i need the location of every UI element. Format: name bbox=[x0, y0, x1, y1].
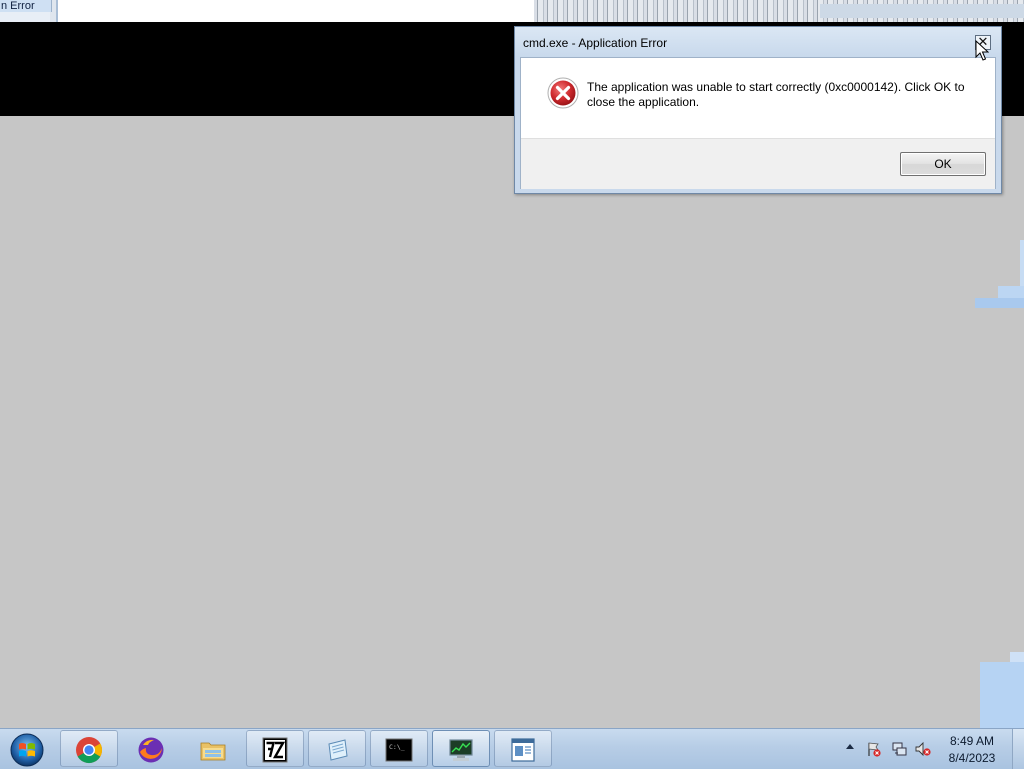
dialog-body: The application was unable to start corr… bbox=[520, 57, 996, 189]
taskbar: C:\_ 8:49 AM 8/4/2023 bbox=[0, 728, 1024, 769]
rendering-glitch bbox=[980, 662, 1024, 728]
taskbar-cmd[interactable]: C:\_ bbox=[370, 730, 428, 767]
mouse-cursor-icon bbox=[975, 40, 989, 61]
show-desktop-button[interactable] bbox=[1012, 729, 1024, 769]
background-window-fragment bbox=[0, 12, 50, 22]
button-area: OK bbox=[521, 138, 995, 189]
dialog-title: cmd.exe - Application Error bbox=[523, 36, 668, 50]
document-window-icon bbox=[511, 738, 535, 762]
background-window-content bbox=[56, 0, 534, 22]
clock-date[interactable]: 8/4/2023 bbox=[936, 751, 1008, 765]
network-icon[interactable] bbox=[891, 741, 907, 757]
background-window-title[interactable]: n Error bbox=[0, 0, 52, 12]
taskbar-notepad[interactable] bbox=[308, 730, 366, 767]
cmd-icon: C:\_ bbox=[385, 738, 413, 762]
dialog-titlebar[interactable]: cmd.exe - Application Error ✕ bbox=[515, 27, 1001, 57]
taskbar-7zip[interactable] bbox=[246, 730, 304, 767]
svg-text:C:\_: C:\_ bbox=[389, 743, 405, 751]
firefox-icon bbox=[138, 737, 164, 763]
windows-start-icon[interactable] bbox=[5, 731, 49, 767]
ok-button[interactable]: OK bbox=[900, 152, 986, 176]
task-manager-icon bbox=[449, 739, 473, 761]
notepad-icon bbox=[328, 739, 348, 761]
taskbar-firefox[interactable] bbox=[122, 730, 180, 767]
taskbar-document-window[interactable] bbox=[494, 730, 552, 767]
rendering-glitch bbox=[975, 298, 1024, 308]
7zip-icon bbox=[262, 737, 288, 763]
taskbar-chrome[interactable] bbox=[60, 730, 118, 767]
volume-muted-icon[interactable] bbox=[915, 741, 931, 757]
folder-icon bbox=[200, 742, 226, 761]
application-error-dialog: cmd.exe - Application Error ✕ The applic… bbox=[514, 26, 1002, 194]
clock-time[interactable]: 8:49 AM bbox=[936, 734, 1008, 748]
action-center-flag-icon[interactable] bbox=[866, 741, 882, 757]
taskbar-explorer[interactable] bbox=[184, 730, 242, 767]
error-message: The application was unable to start corr… bbox=[587, 80, 965, 109]
taskbar-task-manager[interactable] bbox=[432, 730, 490, 767]
rendering-glitch-bar bbox=[820, 4, 1024, 18]
show-hidden-icons-button[interactable] bbox=[846, 744, 854, 749]
rendering-glitch bbox=[1020, 240, 1024, 290]
error-icon bbox=[547, 77, 579, 109]
chrome-icon bbox=[76, 737, 103, 764]
message-area: The application was unable to start corr… bbox=[521, 58, 995, 138]
